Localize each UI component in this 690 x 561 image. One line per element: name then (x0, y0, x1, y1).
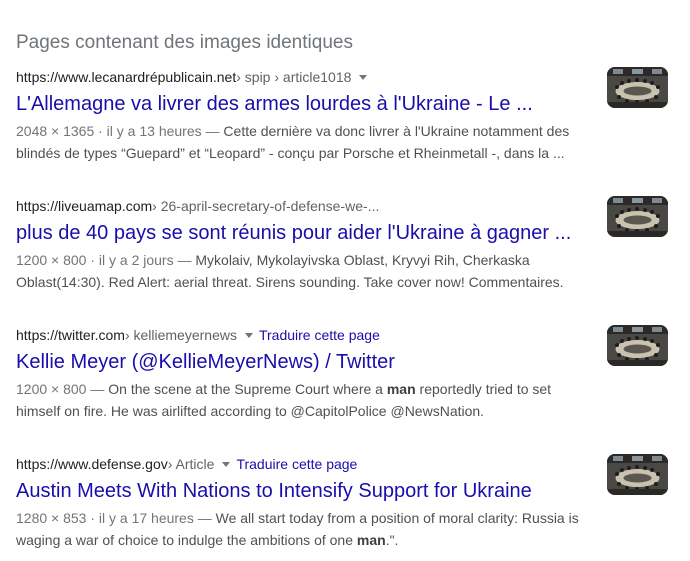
conference-room-thumbnail-icon (607, 325, 668, 366)
result-title-link[interactable]: plus de 40 pays se sont réunis pour aide… (16, 220, 596, 246)
result-snippet-highlight: man (356, 532, 386, 548)
result-snippet: 1200 × 800 · il y a 2 jours — Mykolaiv, … (16, 249, 596, 293)
result-snippet: 2048 × 1365 · il y a 13 heures — Cette d… (16, 120, 596, 164)
result-url[interactable]: https://www.defense.gov › Article Tradui… (16, 455, 596, 473)
result-url[interactable]: https://twitter.com › kelliemeyernews Tr… (16, 326, 596, 344)
result-meta: 2048 × 1365 · il y a 13 heures — (16, 123, 224, 139)
result-snippet-text: .". (385, 532, 399, 548)
result-url[interactable]: https://liveuamap.com › 26-april-secreta… (16, 197, 596, 215)
result-title-link[interactable]: L'Allemagne va livrer des armes lourdes … (16, 91, 596, 117)
result-title-link[interactable]: Austin Meets With Nations to Intensify S… (16, 478, 596, 504)
translate-page-link[interactable]: Traduire cette page (236, 455, 357, 473)
result-snippet: 1200 × 800 — On the scene at the Supreme… (16, 378, 596, 422)
result-meta: 1280 × 853 · il y a 17 heures — (16, 510, 216, 526)
translate-page-link[interactable]: Traduire cette page (259, 326, 380, 344)
result-path: › 26-april-secretary-of-defense-we-... (152, 198, 380, 214)
result-snippet-highlight: man (386, 381, 416, 397)
search-result: https://www.lecanardrépublicain.net › sp… (16, 68, 596, 164)
search-result: https://liveuamap.com › 26-april-secreta… (16, 197, 596, 293)
result-snippet: 1280 × 853 · il y a 17 heures — We all s… (16, 507, 596, 551)
result-domain: https://twitter.com (16, 327, 125, 343)
result-path: › kelliemeyernews (124, 327, 237, 343)
search-result: https://www.defense.gov › Article Tradui… (16, 455, 596, 551)
conference-room-thumbnail-icon (607, 196, 668, 237)
chevron-down-icon[interactable] (222, 461, 231, 467)
result-thumbnail[interactable] (607, 325, 668, 366)
result-title-link[interactable]: Kellie Meyer (@KellieMeyerNews) / Twitte… (16, 349, 596, 375)
conference-room-thumbnail-icon (607, 454, 668, 495)
result-path: › Article (167, 456, 215, 472)
result-thumbnail[interactable] (607, 454, 668, 495)
chevron-down-icon[interactable] (244, 332, 253, 338)
search-result: https://twitter.com › kelliemeyernews Tr… (16, 326, 596, 422)
result-path: › spip › article1018 (236, 69, 352, 85)
result-meta: 1200 × 800 — (16, 381, 109, 397)
result-domain: https://liveuamap.com (16, 198, 153, 214)
section-heading: Pages contenant des images identiques (16, 32, 353, 53)
result-meta: 1200 × 800 · il y a 2 jours — (16, 252, 196, 268)
result-snippet-text: On the scene at the Supreme Court where … (108, 381, 387, 397)
result-thumbnail[interactable] (607, 67, 668, 108)
result-domain: https://www.defense.gov (16, 456, 168, 472)
chevron-down-icon[interactable] (359, 74, 368, 80)
result-domain: https://www.lecanardrépublicain.net (16, 69, 237, 85)
result-thumbnail[interactable] (607, 196, 668, 237)
conference-room-thumbnail-icon (607, 67, 668, 108)
result-url[interactable]: https://www.lecanardrépublicain.net › sp… (16, 68, 596, 86)
